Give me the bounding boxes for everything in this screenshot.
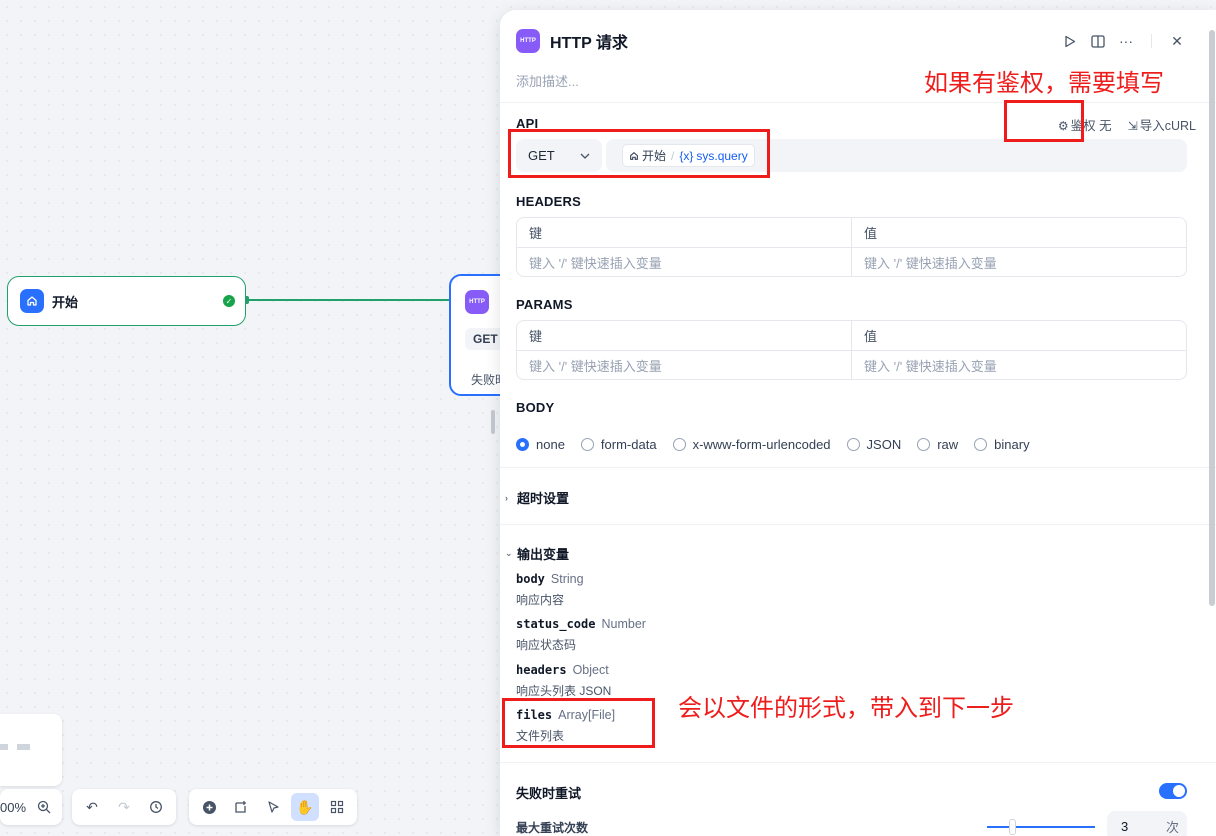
annotation-auth-note: 如果有鉴权，需要填写 [924, 69, 1164, 97]
add-node-icon[interactable] [195, 793, 223, 821]
radio-dot [974, 438, 988, 451]
timeout-section-toggle[interactable]: › 超时设置 [505, 488, 569, 507]
slider-thumb[interactable] [1009, 819, 1016, 835]
params-section-title: PARAMS [516, 297, 573, 312]
param-key-input[interactable]: 键入 '/' 键快速插入变量 [517, 351, 851, 379]
home-icon [20, 289, 44, 313]
radio-dot [917, 438, 931, 451]
import-curl-button[interactable]: ⇲ 导入cURL [1128, 115, 1196, 134]
success-check-icon: ✓ [223, 295, 235, 307]
radio-dot [516, 438, 529, 451]
tools-toolbar: ✋ [189, 789, 357, 825]
output-section-title: 输出变量 [517, 547, 570, 562]
retry-count-value: 3 [1121, 818, 1129, 834]
param-value-input[interactable]: 键入 '/' 键快速插入变量 [851, 351, 1186, 379]
radio-dot [846, 438, 860, 451]
body-type-radio-group: none form-data x-www-form-urlencoded JSO… [516, 437, 1030, 452]
chevron-right-icon: › [505, 492, 508, 503]
table-header-value: 值 [851, 218, 1186, 247]
radio-binary[interactable]: binary [974, 437, 1030, 452]
import-icon: ⇲ [1127, 119, 1138, 133]
params-table: 键 值 键入 '/' 键快速插入变量 键入 '/' 键快速插入变量 [516, 320, 1187, 380]
description-input[interactable]: 添加描述... [516, 71, 579, 90]
minimap[interactable] [0, 714, 62, 786]
output-var-item: headers Object 响应头列表 JSON [516, 663, 612, 698]
radio-form-data[interactable]: form-data [580, 437, 657, 452]
table-header-key: 键 [529, 329, 543, 344]
hand-icon[interactable]: ✋ [291, 793, 319, 821]
split-view-icon[interactable] [1089, 32, 1107, 50]
radio-raw[interactable]: raw [917, 437, 958, 452]
headers-section-title: HEADERS [516, 194, 581, 209]
zoom-level[interactable]: 00% [0, 800, 26, 815]
table-header-value: 值 [851, 321, 1186, 350]
headers-table: 键 值 键入 '/' 键快速插入变量 键入 '/' 键快速插入变量 [516, 217, 1187, 277]
divider [500, 102, 1216, 103]
layout-icon[interactable] [323, 793, 351, 821]
annotation-box-files [502, 698, 655, 748]
pointer-icon[interactable] [259, 793, 287, 821]
output-var-item: status_code Number 响应状态码 [516, 617, 646, 652]
redo-icon[interactable]: ↷ [110, 793, 138, 821]
output-var-item: body String 响应内容 [516, 572, 584, 607]
timeout-section-title: 超时设置 [517, 491, 570, 506]
scrollbar-thumb[interactable] [1209, 30, 1215, 606]
radio-none[interactable]: none [516, 437, 565, 452]
output-section-toggle[interactable]: ⌄ 输出变量 [505, 544, 569, 563]
body-section-title: BODY [516, 400, 555, 415]
scrollbar[interactable] [1206, 30, 1216, 606]
radio-json[interactable]: JSON [846, 437, 901, 452]
radio-dot [580, 438, 594, 451]
divider [500, 762, 1216, 763]
auth-value: 无 [1099, 119, 1112, 133]
header-value-input[interactable]: 键入 '/' 键快速插入变量 [851, 248, 1186, 276]
retry-count-unit: 次 [1165, 819, 1179, 835]
http-icon: HTTP [465, 290, 489, 314]
radio-x-www-form-urlencoded[interactable]: x-www-form-urlencoded [672, 437, 831, 452]
history-toolbar: ↶ ↷ [72, 789, 176, 825]
max-retry-label: 最大重试次数 [516, 821, 589, 835]
retry-toggle[interactable] [1159, 783, 1187, 799]
edge-start-to-http [246, 299, 451, 301]
panel-resize-handle[interactable] [491, 410, 495, 434]
panel-header: HTTP HTTP 请求 ··· ✕ [516, 28, 1216, 54]
minimap-node [17, 744, 30, 750]
header-key-input[interactable]: 键入 '/' 键快速插入变量 [517, 248, 851, 276]
zoom-in-icon[interactable] [30, 793, 58, 821]
panel-title[interactable]: HTTP 请求 [550, 29, 1061, 53]
annotation-box-auth [1004, 100, 1084, 142]
start-node[interactable]: 开始 ✓ [7, 276, 246, 326]
close-icon[interactable]: ✕ [1168, 32, 1186, 50]
divider [500, 524, 1216, 525]
start-node-title: 开始 [52, 294, 79, 310]
undo-icon[interactable]: ↶ [78, 793, 106, 821]
history-icon[interactable] [142, 793, 170, 821]
chevron-down-icon: ⌄ [505, 548, 513, 558]
annotation-files-note: 会以文件的形式，带入到下一步 [678, 694, 1014, 722]
table-header-key: 键 [529, 226, 543, 241]
zoom-toolbar: 00% [0, 789, 62, 825]
add-note-icon[interactable] [227, 793, 255, 821]
minimap-node [0, 744, 8, 750]
annotation-box-api [508, 129, 770, 178]
retry-label: 失败时重试 [516, 786, 582, 801]
http-icon: HTTP [516, 29, 540, 53]
retry-count-input[interactable]: 3 次 [1107, 811, 1187, 836]
divider [500, 467, 1216, 468]
retry-slider[interactable] [987, 819, 1095, 835]
run-icon[interactable] [1061, 32, 1079, 50]
more-icon[interactable]: ··· [1117, 32, 1135, 50]
radio-dot [672, 438, 686, 451]
